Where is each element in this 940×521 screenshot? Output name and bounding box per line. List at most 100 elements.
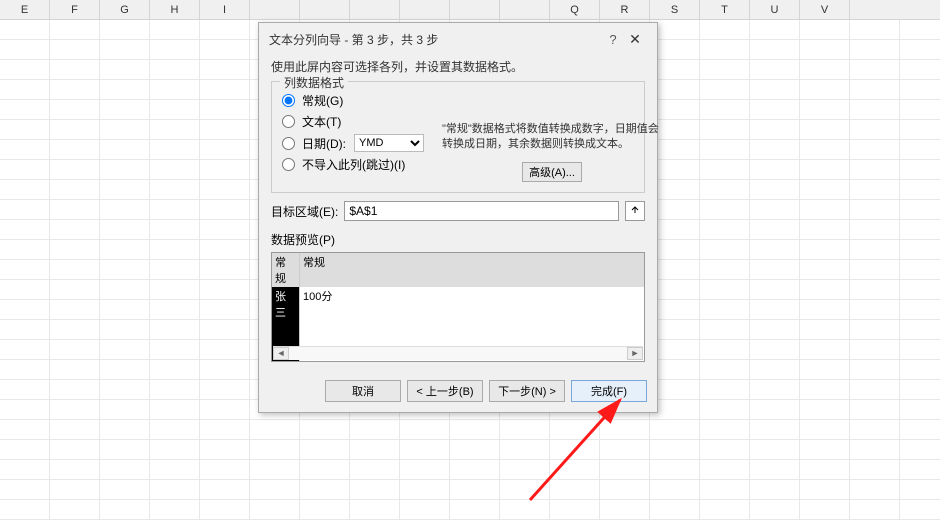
cell[interactable] [200,20,250,40]
cell[interactable] [150,60,200,80]
cell[interactable] [700,100,750,120]
advanced-button[interactable]: 高级(A)... [522,162,582,182]
cell[interactable] [750,300,800,320]
cell[interactable] [650,460,700,480]
cell[interactable] [400,500,450,520]
cell[interactable] [100,20,150,40]
cell[interactable] [750,40,800,60]
cell[interactable] [100,440,150,460]
cell[interactable] [350,440,400,460]
cell[interactable] [750,200,800,220]
cell[interactable] [200,160,250,180]
column-header[interactable]: E [0,0,50,19]
cell[interactable] [100,340,150,360]
cell[interactable] [50,220,100,240]
cell[interactable] [750,60,800,80]
cell[interactable] [150,40,200,60]
column-header[interactable]: R [600,0,650,19]
cell[interactable] [800,420,850,440]
cell[interactable] [800,440,850,460]
cell[interactable] [550,480,600,500]
cell[interactable] [100,380,150,400]
range-picker-button[interactable] [625,201,645,221]
cell[interactable] [50,340,100,360]
cell[interactable] [850,500,900,520]
cell[interactable] [850,440,900,460]
cell[interactable] [750,500,800,520]
cell[interactable] [900,20,940,40]
cell[interactable] [350,480,400,500]
cell[interactable] [550,460,600,480]
cell[interactable] [0,360,50,380]
cell[interactable] [50,400,100,420]
cell[interactable] [300,480,350,500]
cell[interactable] [0,220,50,240]
column-header[interactable]: S [650,0,700,19]
cell[interactable] [50,200,100,220]
cell[interactable] [850,260,900,280]
cell[interactable] [50,300,100,320]
cell[interactable] [850,40,900,60]
cell[interactable] [50,480,100,500]
cell[interactable] [200,140,250,160]
cell[interactable] [800,400,850,420]
cell[interactable] [0,500,50,520]
cell[interactable] [750,120,800,140]
cell[interactable] [300,420,350,440]
cell[interactable] [850,60,900,80]
cell[interactable] [100,480,150,500]
cell[interactable] [100,100,150,120]
cell[interactable] [200,180,250,200]
radio-general[interactable]: 常规(G) [282,92,634,109]
column-header[interactable]: T [700,0,750,19]
cell[interactable] [700,140,750,160]
cell[interactable] [900,220,940,240]
cell[interactable] [200,100,250,120]
cell[interactable] [0,340,50,360]
cell[interactable] [650,480,700,500]
cell[interactable] [900,420,940,440]
scroll-track[interactable] [289,347,627,360]
cell[interactable] [600,480,650,500]
help-button[interactable]: ? [603,32,623,47]
cell[interactable] [150,180,200,200]
cell[interactable] [900,240,940,260]
cell[interactable] [150,280,200,300]
cell[interactable] [900,120,940,140]
cell[interactable] [450,460,500,480]
column-header[interactable]: G [100,0,150,19]
cell[interactable] [750,420,800,440]
cell[interactable] [500,480,550,500]
cell[interactable] [0,420,50,440]
radio-skip-input[interactable] [282,158,295,171]
cell[interactable] [800,300,850,320]
next-button[interactable]: 下一步(N) > [489,380,565,402]
date-format-select[interactable]: YMD [354,134,424,152]
column-header[interactable] [350,0,400,19]
cell[interactable] [900,400,940,420]
cell[interactable] [200,60,250,80]
cell[interactable] [50,180,100,200]
cell[interactable] [100,360,150,380]
cell[interactable] [50,240,100,260]
column-header[interactable]: H [150,0,200,19]
cell[interactable] [800,320,850,340]
cell[interactable] [50,440,100,460]
cell[interactable] [100,160,150,180]
cell[interactable] [200,240,250,260]
cell[interactable] [700,400,750,420]
cell[interactable] [150,300,200,320]
cell[interactable] [750,400,800,420]
cell[interactable] [0,100,50,120]
cell[interactable] [900,40,940,60]
cell[interactable] [850,340,900,360]
cell[interactable] [200,320,250,340]
cell[interactable] [200,40,250,60]
cell[interactable] [0,460,50,480]
cell[interactable] [250,500,300,520]
cell[interactable] [450,420,500,440]
cell[interactable] [100,120,150,140]
column-header[interactable] [300,0,350,19]
cell[interactable] [900,460,940,480]
cell[interactable] [700,420,750,440]
